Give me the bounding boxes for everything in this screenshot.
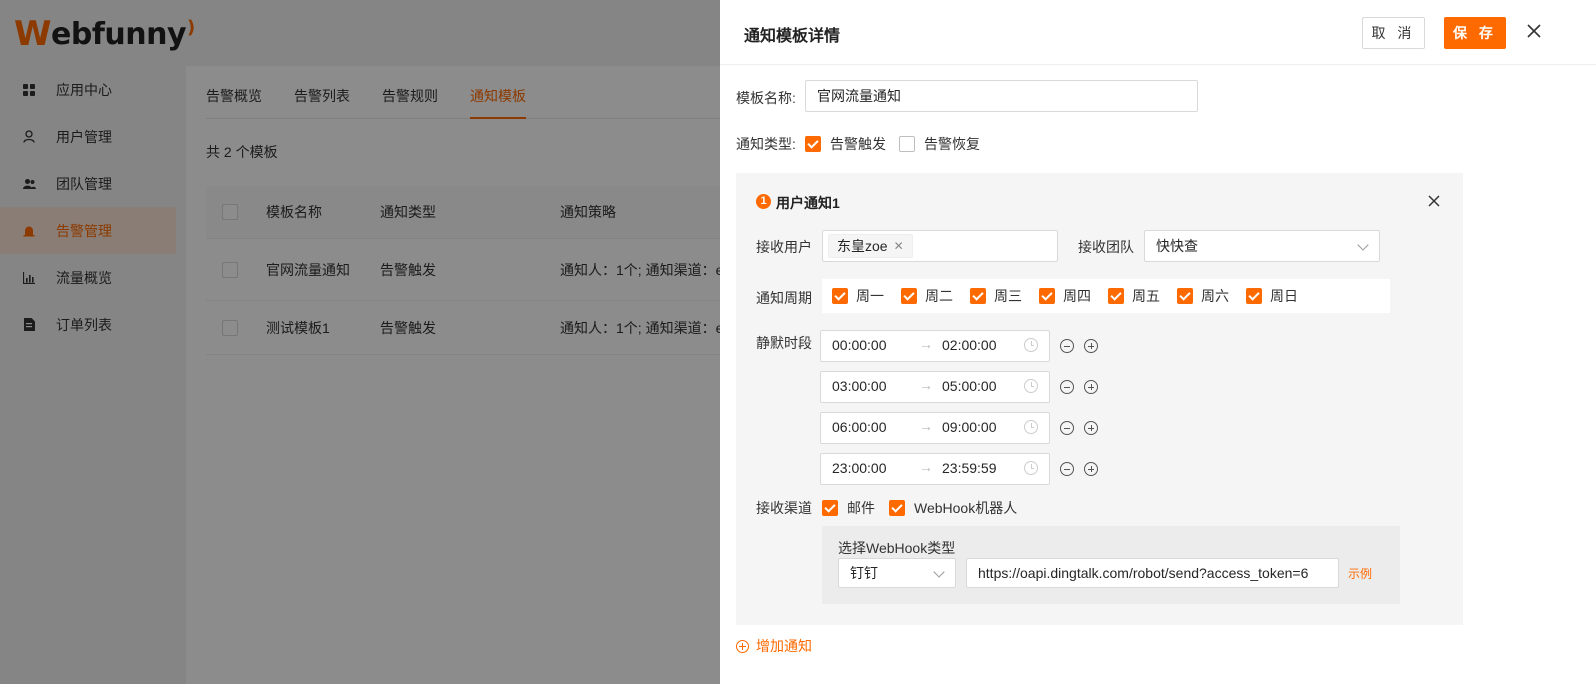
cancel-button[interactable]: 取 消 <box>1362 17 1425 49</box>
day-checkbox-wed[interactable]: 周三 <box>970 286 1022 306</box>
webhook-url-input[interactable]: https://oapi.dingtalk.com/robot/send?acc… <box>966 558 1339 588</box>
receive-team-value: 快快查 <box>1156 238 1198 254</box>
checkbox-checked <box>832 288 848 304</box>
template-detail-drawer: 通知模板详情 取 消 保 存 模板名称: 官网流量通知 通知类型: 告警触发 告… <box>720 0 1596 684</box>
day-label: 周一 <box>856 288 884 304</box>
user-tag-label: 东皇zoe <box>837 238 888 254</box>
example-link[interactable]: 示例 <box>1348 565 1372 582</box>
silent-time-range[interactable]: 00:00:00 → 02:00:00 <box>820 330 1050 362</box>
checkbox-checked <box>805 136 821 152</box>
minus-circle-icon[interactable] <box>1060 421 1074 435</box>
checkbox-checked <box>970 288 986 304</box>
webhook-type-select[interactable]: 钉钉 <box>838 558 956 588</box>
checkbox-label: 邮件 <box>847 500 875 516</box>
notice-type-recover-checkbox[interactable]: 告警恢复 <box>899 134 980 154</box>
template-name-input[interactable]: 官网流量通知 <box>805 80 1198 112</box>
save-button[interactable]: 保 存 <box>1444 17 1506 49</box>
notice-title: 用户通知1 <box>776 195 840 211</box>
minus-circle-icon[interactable] <box>1060 462 1074 476</box>
channel-label: 接收渠道 <box>756 500 812 516</box>
template-name-label: 模板名称: <box>736 90 796 106</box>
checkbox-checked <box>1246 288 1262 304</box>
day-checkbox-sun[interactable]: 周日 <box>1246 286 1298 306</box>
channel-webhook-checkbox[interactable]: WebHook机器人 <box>889 498 1017 518</box>
webhook-type-value: 钉钉 <box>850 565 878 581</box>
minus-circle-icon[interactable] <box>1060 339 1074 353</box>
day-checkbox-mon[interactable]: 周一 <box>832 286 884 306</box>
silent-label: 静默时段 <box>756 335 812 351</box>
clock-icon <box>1024 461 1038 475</box>
day-label: 周日 <box>1270 288 1298 304</box>
arrow-right-icon: → <box>919 336 933 352</box>
checkbox-label: 告警恢复 <box>924 136 980 152</box>
checkbox-checked <box>901 288 917 304</box>
checkbox-unchecked <box>899 136 915 152</box>
notice-type-label: 通知类型: <box>736 136 796 152</box>
checkbox-checked <box>1039 288 1055 304</box>
range-start: 06:00:00 <box>832 419 887 435</box>
plus-circle-icon[interactable] <box>1084 462 1098 476</box>
notice-index-badge: 1 <box>756 194 771 209</box>
checkbox-checked <box>1108 288 1124 304</box>
silent-time-range[interactable]: 03:00:00 → 05:00:00 <box>820 371 1050 403</box>
silent-time-range[interactable]: 23:00:00 → 23:59:59 <box>820 453 1050 485</box>
arrow-right-icon: → <box>919 377 933 393</box>
day-label: 周三 <box>994 288 1022 304</box>
day-label: 周二 <box>925 288 953 304</box>
day-label: 周四 <box>1063 288 1091 304</box>
period-label: 通知周期 <box>756 290 812 306</box>
checkbox-label: 告警触发 <box>830 136 886 152</box>
add-notice-label: 增加通知 <box>756 638 812 654</box>
add-notice-button[interactable]: 增加通知 <box>736 636 812 656</box>
range-start: 03:00:00 <box>832 378 887 394</box>
silent-time-range[interactable]: 06:00:00 → 09:00:00 <box>820 412 1050 444</box>
arrow-right-icon: → <box>919 459 933 475</box>
range-end: 02:00:00 <box>942 337 997 353</box>
day-label: 周六 <box>1201 288 1229 304</box>
notice-type-trigger-checkbox[interactable]: 告警触发 <box>805 134 886 154</box>
receive-team-label: 接收团队 <box>1078 239 1134 255</box>
day-checkbox-sat[interactable]: 周六 <box>1177 286 1229 306</box>
range-end: 23:59:59 <box>942 460 997 476</box>
user-notice-panel: 1 用户通知1 接收用户 东皇zoe ✕ 接收团队 快快查 通知周期 周一 周二… <box>736 173 1463 625</box>
day-checkbox-fri[interactable]: 周五 <box>1108 286 1160 306</box>
checkbox-checked <box>822 500 838 516</box>
plus-circle-icon[interactable] <box>1084 380 1098 394</box>
receive-team-select[interactable]: 快快查 <box>1144 230 1380 262</box>
arrow-right-icon: → <box>919 418 933 434</box>
range-start: 00:00:00 <box>832 337 887 353</box>
drawer-header: 通知模板详情 取 消 保 存 <box>720 0 1596 65</box>
chevron-down-icon <box>933 566 945 578</box>
drawer-title: 通知模板详情 <box>744 28 841 45</box>
day-checkbox-thu[interactable]: 周四 <box>1039 286 1091 306</box>
checkbox-label: WebHook机器人 <box>914 500 1018 516</box>
webhook-type-label: 选择WebHook类型 <box>838 540 956 556</box>
clock-icon <box>1024 338 1038 352</box>
period-days: 周一 周二 周三 周四 周五 周六 周日 <box>822 279 1390 313</box>
range-start: 23:00:00 <box>832 460 887 476</box>
clock-icon <box>1024 379 1038 393</box>
plus-circle-icon[interactable] <box>1084 421 1098 435</box>
remove-notice-icon[interactable] <box>1428 191 1440 211</box>
receive-user-label: 接收用户 <box>756 239 812 255</box>
day-checkbox-tue[interactable]: 周二 <box>901 286 953 306</box>
plus-circle-icon <box>736 639 749 653</box>
chevron-down-icon <box>1357 239 1369 251</box>
clock-icon <box>1024 420 1038 434</box>
webhook-config: 选择WebHook类型 钉钉 https://oapi.dingtalk.com… <box>822 526 1400 604</box>
close-icon[interactable] <box>1524 20 1544 42</box>
range-end: 09:00:00 <box>942 419 997 435</box>
checkbox-checked <box>889 500 905 516</box>
tag-close-icon[interactable]: ✕ <box>894 239 904 253</box>
day-label: 周五 <box>1132 288 1160 304</box>
minus-circle-icon[interactable] <box>1060 380 1074 394</box>
receive-user-select[interactable]: 东皇zoe ✕ <box>822 230 1058 262</box>
plus-circle-icon[interactable] <box>1084 339 1098 353</box>
channel-email-checkbox[interactable]: 邮件 <box>822 498 875 518</box>
range-end: 05:00:00 <box>942 378 997 394</box>
user-tag: 东皇zoe ✕ <box>828 234 913 258</box>
checkbox-checked <box>1177 288 1193 304</box>
